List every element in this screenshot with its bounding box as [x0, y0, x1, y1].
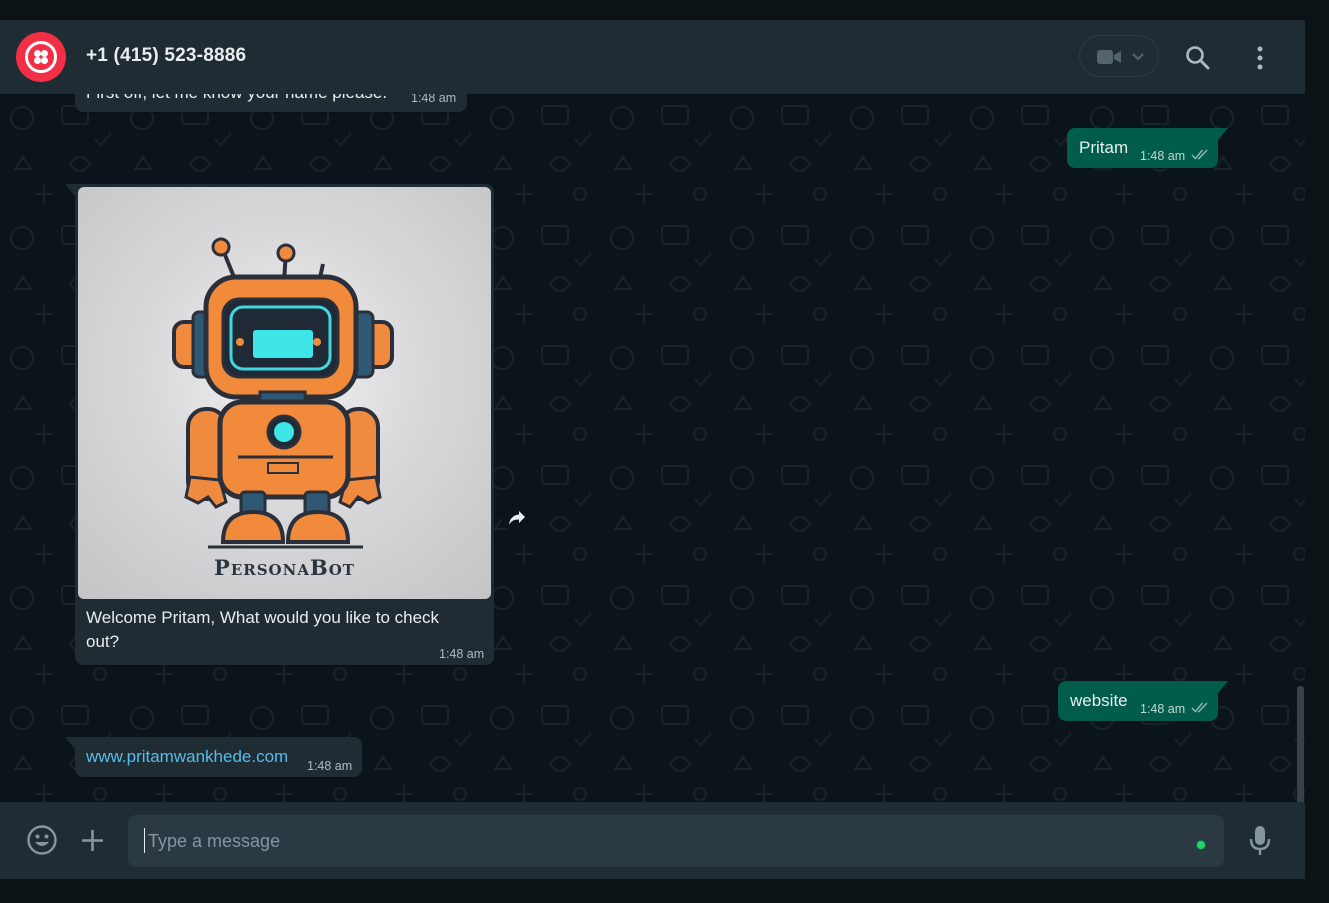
message-list[interactable]: First off, let me know your name please.… — [0, 94, 1305, 802]
bubble-tail — [1218, 681, 1228, 693]
forward-button[interactable] — [502, 503, 532, 533]
right-edge — [1305, 20, 1329, 903]
text-caret — [144, 828, 145, 853]
bubble-tail — [1218, 128, 1228, 140]
image-caption: PersonaBot — [214, 555, 355, 580]
message-link[interactable]: www.pritamwankhede.com — [86, 747, 288, 767]
message-text: Pritam — [1079, 138, 1129, 157]
grammar-indicator-dot — [1196, 840, 1206, 850]
more-vertical-icon[interactable] — [1253, 45, 1267, 71]
message-input-box[interactable] — [128, 815, 1224, 867]
bottom-edge — [0, 879, 1329, 903]
double-check-icon — [1191, 702, 1208, 713]
message-text: First off, let me know your name please. — [86, 94, 387, 103]
whatsapp-web-window: +1 (415) 523-8886 1:48 am Pritam 1:48 am… — [0, 0, 1329, 903]
bubble-tail — [65, 737, 75, 749]
message-incoming[interactable]: www.pritamwankhede.com 1:48 am — [65, 737, 362, 777]
contact-avatar[interactable] — [16, 32, 66, 82]
bubble-tail — [65, 184, 75, 196]
message-time: 1:48 am — [411, 94, 457, 105]
message-time: 1:48 am — [307, 759, 353, 773]
message-outgoing[interactable]: website 1:48 am — [1058, 681, 1228, 721]
message-text: Welcome Pritam, What would you like to c… — [86, 608, 440, 651]
message-time: 1:48 am — [1140, 702, 1186, 716]
contact-name[interactable]: +1 (415) 523-8886 — [86, 45, 246, 67]
composer-bar — [0, 802, 1305, 879]
twilio-logo-icon — [25, 41, 57, 73]
video-call-button[interactable] — [1079, 35, 1159, 77]
chevron-down-icon — [1132, 53, 1144, 61]
search-icon[interactable] — [1185, 45, 1211, 71]
video-camera-icon — [1097, 50, 1121, 64]
double-check-icon — [1191, 149, 1208, 160]
top-edge — [0, 0, 1329, 20]
plus-icon[interactable] — [80, 828, 105, 853]
microphone-icon[interactable] — [1248, 824, 1272, 858]
emoji-icon[interactable] — [26, 824, 58, 856]
chat-header: +1 (415) 523-8886 — [0, 20, 1305, 94]
message-input[interactable] — [148, 815, 1168, 867]
message-incoming[interactable]: First off, let me know your name please.… — [75, 94, 467, 112]
personabot-image[interactable]: PersonaBot — [78, 187, 491, 599]
message-time: 1:48 am — [439, 647, 485, 661]
scrollbar-thumb[interactable] — [1297, 686, 1304, 802]
forward-icon — [509, 511, 525, 525]
robot-illustration-icon — [172, 237, 394, 549]
message-text: website — [1070, 691, 1128, 710]
message-outgoing[interactable]: Pritam 1:48 am — [1067, 128, 1228, 168]
message-time: 1:48 am — [1140, 149, 1186, 163]
message-incoming-image[interactable]: PersonaBot Welcome Pritam, What would yo… — [65, 184, 494, 665]
